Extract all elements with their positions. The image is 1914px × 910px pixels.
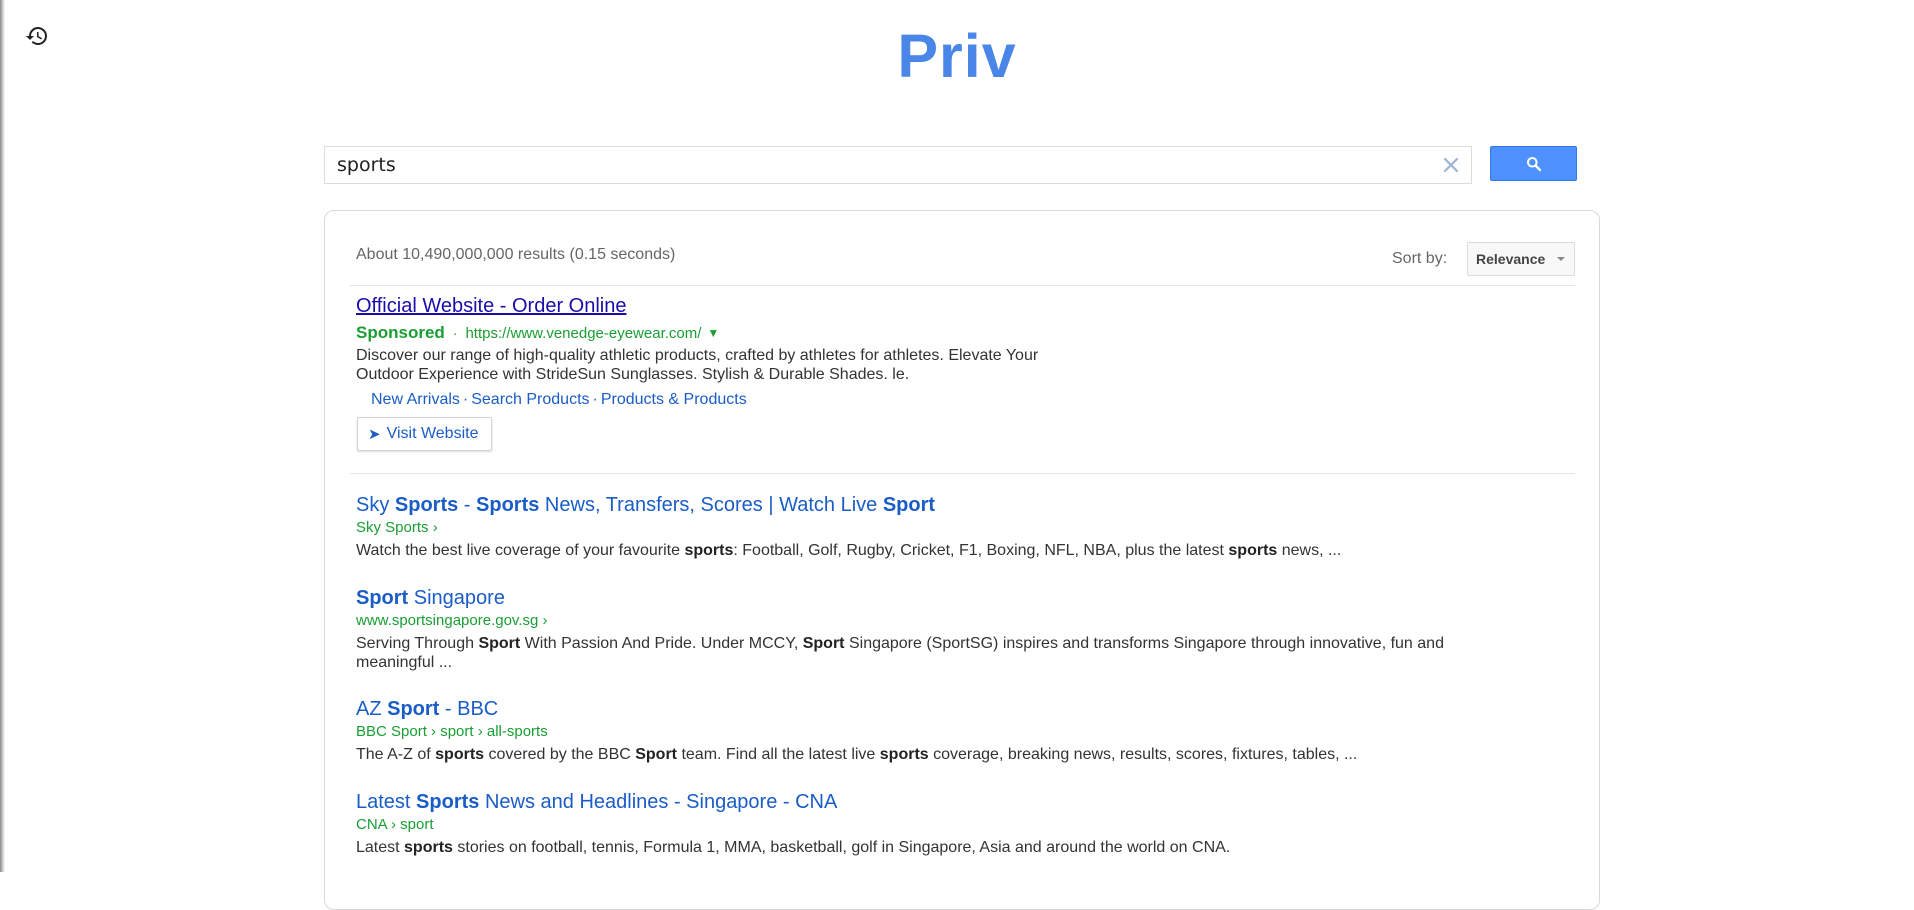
result-snippet-highlight: Sport — [635, 746, 678, 763]
result-title-text: News and Headlines - Singapore - CNA — [479, 791, 838, 813]
result-snippet-text: covered by the BBC — [484, 746, 636, 763]
result-snippet: Latest sports stories on football, tenni… — [356, 838, 1506, 857]
result-snippet-highlight: sports — [879, 746, 929, 763]
search-result: AZ Sport - BBC BBC Sport › sport › all-s… — [356, 697, 1506, 764]
result-title-highlight: Sport — [882, 494, 936, 516]
result-snippet-text: news, ... — [1277, 542, 1342, 559]
close-icon — [1443, 157, 1459, 173]
result-snippet-text: : Football, Golf, Rugby, Cricket, F1, Bo… — [733, 542, 1229, 559]
result-snippet-text: stories on football, tennis, Formula 1, … — [452, 839, 1231, 856]
sitelink-search-products[interactable]: Search Products — [471, 391, 589, 408]
window-left-edge — [0, 0, 5, 872]
result-stats: About 10,490,000,000 results (0.15 secon… — [356, 246, 676, 263]
clear-search-button[interactable] — [1439, 153, 1463, 177]
result-title-link[interactable]: Latest Sports News and Headlines - Singa… — [356, 790, 1506, 814]
search-result: Latest Sports News and Headlines - Singa… — [356, 790, 1506, 857]
result-snippet-highlight: sports — [1228, 542, 1278, 559]
ad-title-link[interactable]: Official Website - Order Online — [356, 295, 626, 318]
ad-meta-line: Sponsored · https://www.venedge-eyewear.… — [356, 323, 719, 343]
result-title-text: Sky — [356, 494, 395, 516]
result-title-highlight: Sport — [387, 698, 440, 720]
sitelink-new-arrivals[interactable]: New Arrivals — [371, 391, 460, 408]
sort-select-value: Relevance — [1476, 251, 1546, 267]
ad-divider — [350, 473, 1575, 474]
arrow-right-icon: ➤ — [368, 426, 381, 443]
site-logo[interactable]: Priv — [0, 20, 1914, 92]
search-button[interactable] — [1490, 146, 1577, 181]
result-snippet-text: coverage, breaking news, results, scores… — [928, 746, 1358, 763]
result-title-highlight: Sports — [476, 494, 540, 516]
result-title-highlight: Sports — [416, 791, 480, 813]
search-input[interactable] — [325, 147, 1425, 183]
sitelink-separator: · — [592, 391, 598, 408]
sort-label: Sort by: — [1392, 250, 1448, 267]
result-title-link[interactable]: AZ Sport - BBC — [356, 697, 1506, 721]
result-title-link[interactable]: Sport Singapore — [356, 586, 1506, 610]
header-divider — [350, 285, 1575, 286]
result-title-highlight: Sport — [356, 587, 409, 609]
search-result: Sport Singapore www.sportsingapore.gov.s… — [356, 586, 1506, 672]
result-snippet: The A-Z of sports covered by the BBC Spo… — [356, 745, 1506, 764]
result-snippet-text: team. Find all the latest live — [677, 746, 880, 763]
ad-description: Discover our range of high-quality athle… — [356, 347, 1039, 383]
result-snippet-highlight: sports — [684, 542, 734, 559]
result-title-text: - BBC — [439, 698, 499, 720]
result-snippet-text: Serving Through — [356, 635, 479, 652]
search-box — [324, 146, 1472, 184]
result-url[interactable]: BBC Sport › sport › all-sports — [356, 722, 1506, 741]
result-title-text: Latest — [356, 791, 417, 813]
result-title-text: AZ — [356, 698, 388, 720]
result-snippet-text: The A-Z of — [356, 746, 436, 763]
result-url[interactable]: Sky Sports › — [356, 518, 1506, 537]
result-snippet: Serving Through Sport With Passion And P… — [356, 634, 1506, 672]
result-snippet-highlight: sports — [404, 839, 453, 856]
result-snippet-text: Watch the best live coverage of your fav… — [356, 542, 685, 559]
search-icon — [1526, 156, 1541, 171]
result-snippet-text: With Passion And Pride. Under MCCY, — [520, 635, 803, 652]
sitelink-separator: · — [462, 391, 469, 408]
ad-sitelinks: New Arrivals · Search Products · Products & … — [371, 391, 747, 409]
result-title-highlight: Sports — [394, 494, 459, 516]
result-title-text: - — [458, 494, 477, 516]
sponsored-label: Sponsored — [356, 323, 445, 342]
result-snippet-highlight: Sport — [478, 635, 521, 652]
sitelink-products[interactable]: Products & Products — [601, 391, 747, 408]
result-title-link[interactable]: Sky Sports - Sports News, Transfers, Sco… — [356, 493, 1506, 517]
result-url[interactable]: CNA › sport — [356, 815, 1506, 834]
result-snippet-highlight: Sport — [802, 635, 845, 652]
result-title-text: News, Transfers, Scores | Watch Live — [539, 494, 883, 516]
ad-url[interactable]: https://www.venedge-eyewear.com/ — [465, 325, 701, 342]
visit-website-label: Visit Website — [386, 425, 479, 442]
ad-separator-dot: · — [452, 325, 458, 341]
caret-down-icon — [1557, 257, 1565, 261]
result-snippet: Watch the best live coverage of your fav… — [356, 541, 1506, 560]
ad-dropdown-arrow-icon[interactable]: ▼ — [707, 326, 719, 340]
visit-website-button[interactable]: ➤ Visit Website — [357, 417, 492, 451]
result-url[interactable]: www.sportsingapore.gov.sg › — [356, 611, 1506, 630]
sort-select[interactable]: Relevance — [1467, 242, 1575, 276]
result-title-text: Singapore — [408, 587, 505, 609]
search-result: Sky Sports - Sports News, Transfers, Sco… — [356, 493, 1506, 560]
result-snippet-highlight: sports — [435, 746, 485, 763]
result-snippet-text: Latest — [356, 839, 405, 856]
